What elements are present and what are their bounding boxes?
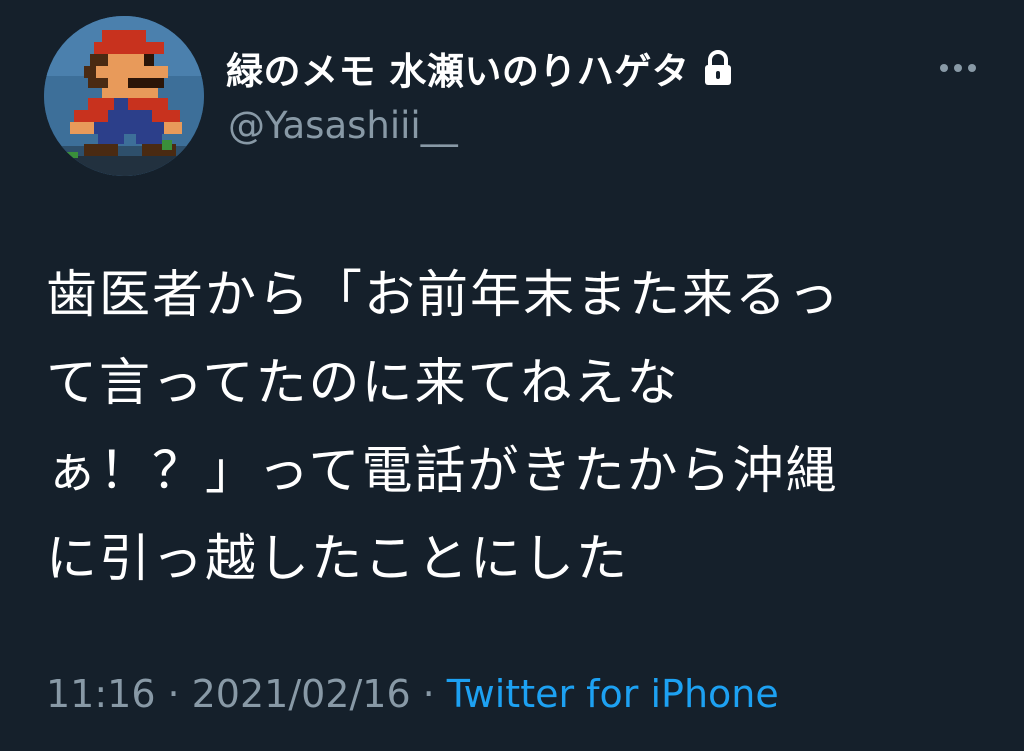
- meta-separator: ·: [167, 672, 180, 716]
- tweet-text: 歯医者から「お前年末また来るっ て言ってたのに来てねえな ぁ！？」って電話がきた…: [46, 252, 986, 604]
- more-options-button[interactable]: [926, 46, 990, 90]
- tweet-source-link[interactable]: Twitter for iPhone: [447, 672, 779, 716]
- tweet-time[interactable]: 11:16: [46, 672, 156, 716]
- tweet-card: 緑のメモ 水瀬いのりハゲタ @Yasashiii__ 歯医者から「お前年末また来…: [0, 0, 1024, 751]
- meta-separator: ·: [422, 672, 435, 716]
- tweet-text-line: 歯医者から「お前年末また来るっ: [46, 266, 842, 325]
- display-name[interactable]: 緑のメモ 水瀬いのりハゲタ: [226, 41, 689, 95]
- tweet-date[interactable]: 2021/02/16: [192, 672, 411, 716]
- lock-icon: [701, 48, 735, 88]
- tweet-text-line: て言ってたのに来てねえな: [46, 354, 680, 413]
- avatar[interactable]: [44, 16, 204, 176]
- user-handle[interactable]: @Yasashiii__: [228, 104, 458, 147]
- tweet-text-line: ぁ！？」って電話がきたから沖縄: [46, 442, 839, 501]
- tweet-text-line: に引っ越したことにした: [46, 530, 630, 589]
- display-name-row[interactable]: 緑のメモ 水瀬いのりハゲタ: [226, 40, 735, 96]
- pixel-plumber-avatar-image: [44, 16, 204, 176]
- more-horizontal-icon: [940, 64, 976, 72]
- tweet-meta: 11:16 · 2021/02/16 · Twitter for iPhone: [46, 672, 779, 716]
